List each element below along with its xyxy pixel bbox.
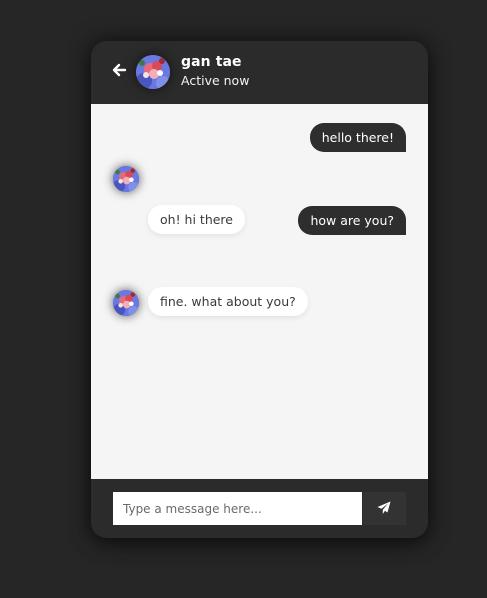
contact-avatar xyxy=(113,166,139,192)
contact-avatar xyxy=(136,55,170,89)
message-input[interactable] xyxy=(113,492,362,525)
contact-status: Active now xyxy=(181,73,250,88)
chat-window: gan tae Active now hello there! oh! hi t… xyxy=(91,41,428,538)
outgoing-message: how are you? xyxy=(298,206,406,235)
contact-avatar xyxy=(113,290,139,316)
back-arrow-icon[interactable] xyxy=(111,62,127,78)
send-button[interactable] xyxy=(363,492,406,525)
outgoing-message: hello there! xyxy=(309,123,406,152)
contact-name: gan tae xyxy=(181,54,242,70)
incoming-message: oh! hi there xyxy=(148,205,245,234)
message-composer xyxy=(91,479,428,538)
incoming-message: fine. what about you? xyxy=(148,287,308,316)
message-list: hello there! oh! hi there how are you? f… xyxy=(91,104,428,479)
chat-header: gan tae Active now xyxy=(91,41,428,104)
